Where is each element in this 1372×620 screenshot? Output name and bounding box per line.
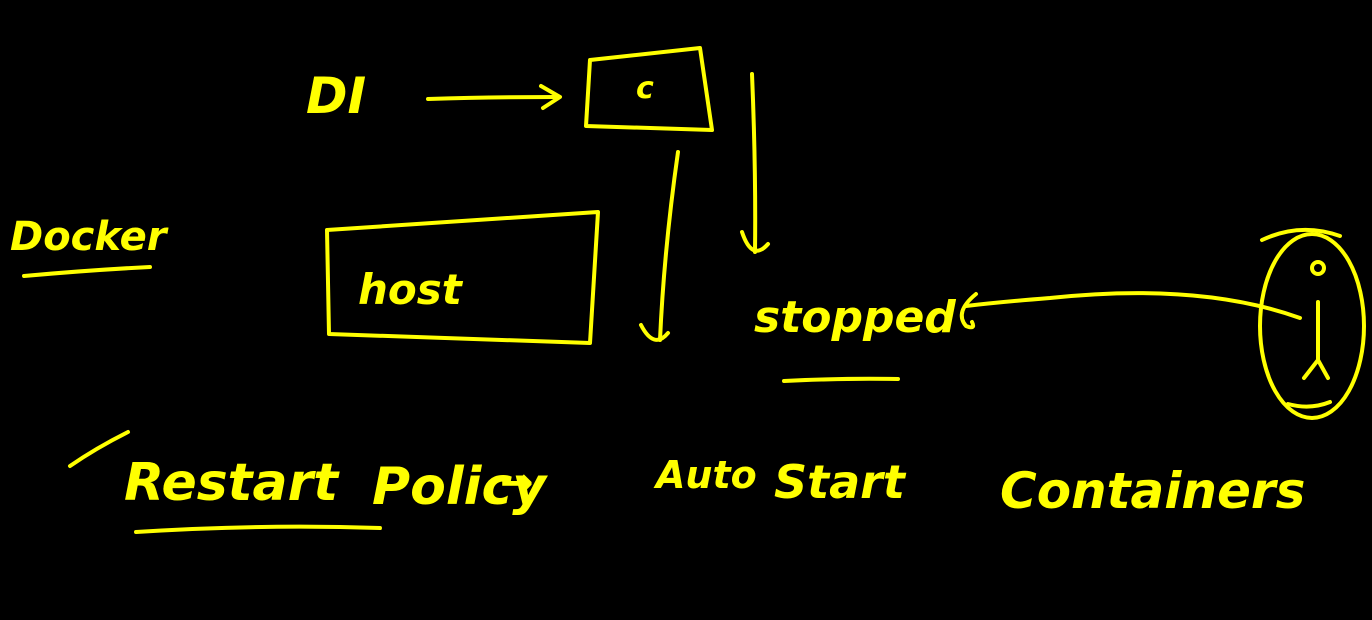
restart-underline bbox=[134, 524, 382, 534]
policy-arrow: → bbox=[500, 460, 534, 506]
arrow-person-to-stopped bbox=[959, 291, 1302, 330]
checkmark-icon bbox=[68, 430, 130, 468]
whiteboard: DI c Docker host stopped Restart Policy … bbox=[10, 46, 1366, 534]
person-icon bbox=[1258, 227, 1366, 420]
stopped-label: stopped bbox=[754, 292, 956, 343]
container-label: c bbox=[636, 71, 654, 106]
docker-label: Docker bbox=[10, 214, 169, 260]
di-label: DI bbox=[306, 67, 366, 125]
host-label: host bbox=[358, 265, 464, 314]
containers-label: Containers bbox=[1000, 462, 1305, 520]
auto-label: Auto bbox=[653, 453, 757, 497]
docker-underline bbox=[22, 265, 152, 278]
arrow-container-down-right bbox=[740, 72, 770, 254]
start-label: Start bbox=[774, 455, 907, 509]
arrow-container-down-left bbox=[639, 150, 680, 342]
stopped-underline bbox=[782, 376, 900, 383]
arrow-di-to-container bbox=[426, 84, 562, 110]
restart-label: Restart bbox=[124, 453, 340, 513]
